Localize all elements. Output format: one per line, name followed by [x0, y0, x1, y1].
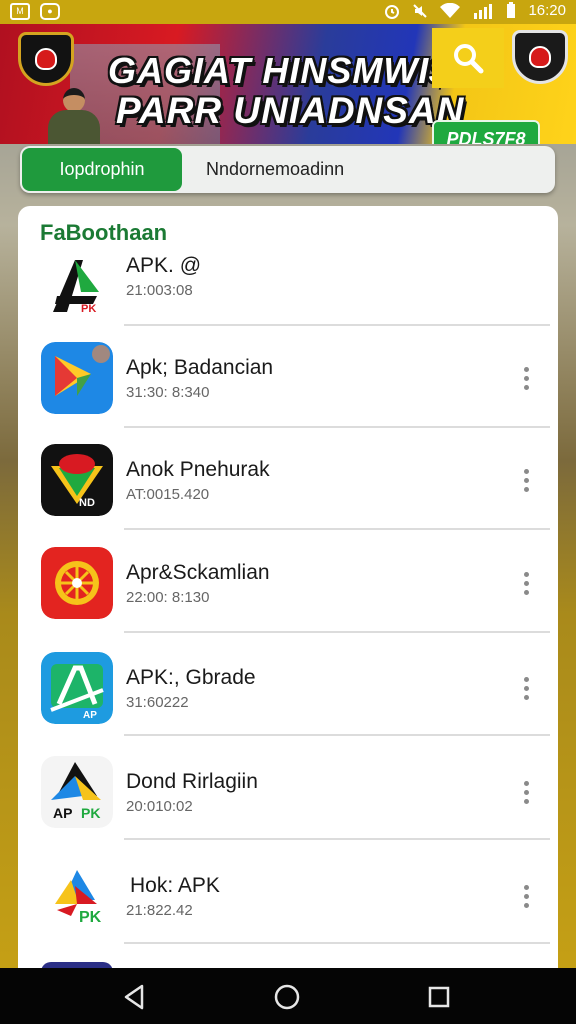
app-meta: 21:003:08: [126, 282, 193, 299]
banner-badge: PDLS7F8: [432, 120, 540, 144]
right-emblem-icon: [512, 30, 568, 84]
left-emblem-icon: [18, 32, 74, 86]
emblem-app-icon: ND: [41, 444, 113, 516]
app-meta: 21:822.42: [126, 902, 193, 919]
more-options-button[interactable]: [516, 876, 536, 916]
app-name: Anok Pnehurak: [126, 458, 270, 481]
app-meta: 22:00: 8:130: [126, 589, 210, 606]
tab-bar: Iopdrophin Nndornemoadinn: [20, 146, 555, 193]
back-icon[interactable]: [118, 980, 152, 1014]
app-meta: 20:010:02: [126, 798, 193, 815]
list-item[interactable]: PK APK. @ 21:003:08: [18, 224, 558, 326]
row-divider: [124, 942, 550, 944]
apk-colorful-logo-icon: PK: [41, 860, 113, 932]
play-arrow-app-icon: [41, 342, 113, 414]
svg-text:AP: AP: [83, 710, 97, 721]
row-divider: [124, 528, 550, 530]
app-notification-icon: ●: [40, 3, 60, 20]
app-list-card: FaBoothaan PK APK. @ 21:003:08 Apk; Bada…: [18, 206, 558, 976]
wifi-icon: [440, 2, 461, 18]
tab-nndornemoadinn[interactable]: Nndornemoadinn: [206, 148, 344, 191]
list-item[interactable]: AP PK Dond Rirlagiin 20:010:02: [18, 738, 558, 840]
green-a-app-icon: AP: [41, 652, 113, 724]
status-time: 16:20: [528, 2, 566, 19]
row-divider: [124, 838, 550, 840]
status-bar: M ● 16:20: [0, 0, 576, 24]
more-options-button[interactable]: [516, 358, 536, 398]
svg-text:PK: PK: [81, 805, 100, 821]
app-meta: 31:30: 8:340: [126, 384, 210, 401]
banner-title-line1: GAGIAT HINSMWI$!: [108, 50, 464, 91]
app-name: APK. @: [126, 254, 202, 277]
app-name: APK:, Gbrade: [126, 666, 256, 689]
alarm-icon: [385, 4, 400, 19]
navigation-bar: [0, 968, 576, 1024]
wheel-app-icon: [41, 547, 113, 619]
app-meta: AT:0015.420: [126, 486, 210, 503]
recents-icon[interactable]: [422, 980, 456, 1014]
header-banner: GAGIAT HINSMWI$! PARR UNIADNSAN PDLS7F8: [0, 24, 576, 144]
more-options-button[interactable]: [516, 772, 536, 812]
more-options-button[interactable]: [516, 668, 536, 708]
app-name: Apr&Sckamlian: [126, 561, 270, 584]
search-icon: [454, 44, 484, 74]
row-divider: [124, 631, 550, 633]
battery-icon: [507, 2, 516, 18]
more-options-button[interactable]: [516, 563, 536, 603]
app-name: Dond Rirlagiin: [126, 770, 258, 793]
officer-portrait: [46, 88, 102, 144]
tab-iopdrophin[interactable]: Iopdrophin: [22, 148, 182, 191]
more-options-button[interactable]: [516, 460, 536, 500]
status-right: 16:20: [384, 2, 566, 19]
apk-colored-a-icon: AP PK: [41, 756, 113, 828]
signal-icon: [474, 3, 493, 19]
search-button[interactable]: [432, 28, 504, 88]
app-meta: 31:60222: [126, 694, 189, 711]
svg-text:ND: ND: [79, 497, 95, 509]
row-divider: [124, 734, 550, 736]
mute-icon: [413, 3, 428, 18]
list-item[interactable]: Apr&Sckamlian 22:00: 8:130: [18, 531, 558, 633]
banner-title-line2: PARR UNIADNSAN: [116, 90, 465, 131]
list-item[interactable]: ND Anok Pnehurak AT:0015.420: [18, 428, 558, 530]
home-icon[interactable]: [270, 980, 304, 1014]
svg-text:PK: PK: [81, 303, 96, 315]
status-left: M ●: [10, 3, 60, 20]
list-item[interactable]: Apk; Badancian 31:30: 8:340: [18, 326, 558, 428]
svg-text:AP: AP: [53, 805, 72, 821]
svg-text:PK: PK: [79, 909, 102, 926]
list-item[interactable]: AP APK:, Gbrade 31:60222: [18, 634, 558, 736]
app-name: Apk; Badancian: [126, 356, 274, 379]
apk-a-logo-icon: PK: [41, 250, 113, 322]
app-name: Hok: APK: [130, 874, 220, 897]
notification-icon: M: [10, 3, 30, 20]
list-item[interactable]: PK Hok: APK 21:822.42: [18, 842, 558, 944]
